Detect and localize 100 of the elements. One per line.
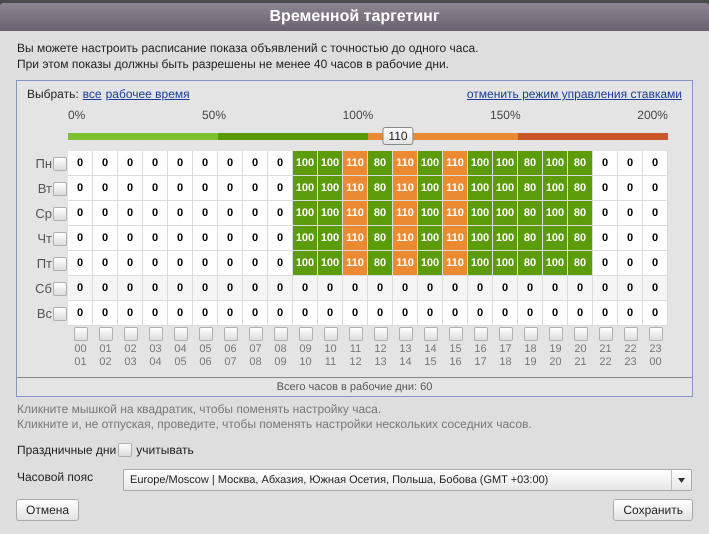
hour-checkbox[interactable] bbox=[274, 327, 288, 341]
hour-cell[interactable]: 0 bbox=[243, 151, 268, 176]
hour-cell[interactable]: 0 bbox=[593, 176, 618, 201]
hour-cell[interactable]: 0 bbox=[418, 301, 443, 326]
hour-cell[interactable]: 0 bbox=[68, 201, 93, 226]
hour-checkbox[interactable] bbox=[98, 327, 112, 341]
hour-cell[interactable]: 0 bbox=[68, 176, 93, 201]
hour-cell[interactable]: 0 bbox=[618, 151, 643, 176]
hour-cell[interactable]: 0 bbox=[593, 276, 618, 301]
hour-cell[interactable]: 0 bbox=[643, 276, 668, 301]
hour-cell[interactable]: 0 bbox=[143, 176, 168, 201]
hour-cell[interactable]: 0 bbox=[118, 176, 143, 201]
hour-cell[interactable]: 0 bbox=[68, 276, 93, 301]
hour-checkbox[interactable] bbox=[648, 327, 662, 341]
hour-cell[interactable]: 0 bbox=[593, 226, 618, 251]
hour-cell[interactable]: 0 bbox=[618, 301, 643, 326]
hour-cell[interactable]: 0 bbox=[193, 251, 218, 276]
hour-cell[interactable]: 0 bbox=[168, 176, 193, 201]
hour-cell[interactable]: 0 bbox=[168, 251, 193, 276]
hour-cell[interactable]: 0 bbox=[193, 151, 218, 176]
hour-cell[interactable]: 0 bbox=[118, 301, 143, 326]
hour-cell[interactable]: 0 bbox=[68, 301, 93, 326]
hour-cell[interactable]: 0 bbox=[243, 251, 268, 276]
day-checkbox[interactable] bbox=[53, 282, 67, 296]
hour-cell[interactable]: 0 bbox=[218, 301, 243, 326]
hour-checkbox[interactable] bbox=[298, 327, 312, 341]
hour-cell[interactable]: 0 bbox=[243, 276, 268, 301]
hour-cell[interactable]: 0 bbox=[468, 276, 493, 301]
hour-cell[interactable]: 0 bbox=[118, 251, 143, 276]
hour-cell[interactable]: 0 bbox=[93, 251, 118, 276]
hour-cell[interactable]: 0 bbox=[168, 276, 193, 301]
hour-cell[interactable]: 0 bbox=[643, 226, 668, 251]
hour-checkbox[interactable] bbox=[548, 327, 562, 341]
hour-cell[interactable]: 0 bbox=[243, 201, 268, 226]
hour-cell[interactable]: 0 bbox=[643, 176, 668, 201]
hour-checkbox[interactable] bbox=[374, 327, 388, 341]
hour-checkbox[interactable] bbox=[524, 327, 538, 341]
hour-checkbox[interactable] bbox=[598, 327, 612, 341]
hour-cell[interactable]: 0 bbox=[168, 226, 193, 251]
hour-checkbox[interactable] bbox=[248, 327, 262, 341]
hour-cell[interactable]: 0 bbox=[268, 201, 293, 226]
day-checkbox[interactable] bbox=[53, 256, 67, 270]
hour-cell[interactable]: 0 bbox=[268, 176, 293, 201]
holidays-checkbox[interactable] bbox=[118, 443, 132, 457]
day-checkbox[interactable] bbox=[53, 232, 67, 246]
hour-cell[interactable]: 0 bbox=[168, 201, 193, 226]
save-button[interactable]: Сохранить bbox=[613, 499, 693, 521]
hour-cell[interactable]: 0 bbox=[443, 276, 468, 301]
hour-cell[interactable]: 0 bbox=[218, 176, 243, 201]
hour-cell[interactable]: 0 bbox=[193, 301, 218, 326]
hour-cell[interactable]: 0 bbox=[543, 276, 568, 301]
hour-cell[interactable]: 0 bbox=[193, 201, 218, 226]
hour-cell[interactable]: 0 bbox=[643, 301, 668, 326]
hour-checkbox[interactable] bbox=[398, 327, 412, 341]
hour-checkbox[interactable] bbox=[224, 327, 238, 341]
hour-cell[interactable]: 0 bbox=[618, 201, 643, 226]
hour-cell[interactable]: 0 bbox=[418, 276, 443, 301]
hour-cell[interactable]: 0 bbox=[168, 301, 193, 326]
day-checkbox[interactable] bbox=[53, 306, 67, 320]
hour-cell[interactable]: 0 bbox=[193, 176, 218, 201]
hour-cell[interactable]: 0 bbox=[143, 201, 168, 226]
hour-cell[interactable]: 0 bbox=[218, 226, 243, 251]
hour-cell[interactable]: 0 bbox=[593, 301, 618, 326]
hour-cell[interactable]: 0 bbox=[593, 251, 618, 276]
hour-cell[interactable]: 0 bbox=[268, 276, 293, 301]
hour-cell[interactable]: 0 bbox=[443, 301, 468, 326]
hour-cell[interactable]: 0 bbox=[618, 226, 643, 251]
hour-checkbox[interactable] bbox=[148, 327, 162, 341]
hour-cell[interactable]: 0 bbox=[593, 201, 618, 226]
hour-cell[interactable]: 0 bbox=[93, 226, 118, 251]
hour-cell[interactable]: 0 bbox=[118, 201, 143, 226]
hour-cell[interactable]: 0 bbox=[268, 226, 293, 251]
day-checkbox[interactable] bbox=[53, 206, 67, 220]
hour-cell[interactable]: 0 bbox=[93, 151, 118, 176]
hour-cell[interactable]: 0 bbox=[643, 151, 668, 176]
hour-cell[interactable]: 0 bbox=[118, 226, 143, 251]
hour-cell[interactable]: 0 bbox=[93, 301, 118, 326]
hour-cell[interactable]: 0 bbox=[618, 176, 643, 201]
hour-cell[interactable]: 0 bbox=[343, 301, 368, 326]
hour-cell[interactable]: 0 bbox=[493, 276, 518, 301]
hour-cell[interactable]: 0 bbox=[68, 226, 93, 251]
hour-checkbox[interactable] bbox=[424, 327, 438, 341]
cancel-bid-mode-link[interactable]: отменить режим управления ставками bbox=[466, 85, 682, 103]
hour-checkbox[interactable] bbox=[448, 327, 462, 341]
hour-cell[interactable]: 0 bbox=[143, 251, 168, 276]
hour-cell[interactable]: 0 bbox=[68, 251, 93, 276]
hour-cell[interactable]: 0 bbox=[518, 301, 543, 326]
hour-cell[interactable]: 0 bbox=[268, 251, 293, 276]
hour-cell[interactable]: 0 bbox=[218, 276, 243, 301]
hour-cell[interactable]: 0 bbox=[193, 226, 218, 251]
hour-cell[interactable]: 0 bbox=[218, 251, 243, 276]
hour-cell[interactable]: 0 bbox=[318, 301, 343, 326]
hour-cell[interactable]: 0 bbox=[643, 251, 668, 276]
hour-cell[interactable]: 0 bbox=[118, 276, 143, 301]
hour-cell[interactable]: 0 bbox=[493, 301, 518, 326]
hour-cell[interactable]: 0 bbox=[143, 301, 168, 326]
hour-cell[interactable]: 0 bbox=[93, 276, 118, 301]
hour-checkbox[interactable] bbox=[174, 327, 188, 341]
hour-cell[interactable]: 0 bbox=[593, 151, 618, 176]
hour-cell[interactable]: 0 bbox=[268, 301, 293, 326]
